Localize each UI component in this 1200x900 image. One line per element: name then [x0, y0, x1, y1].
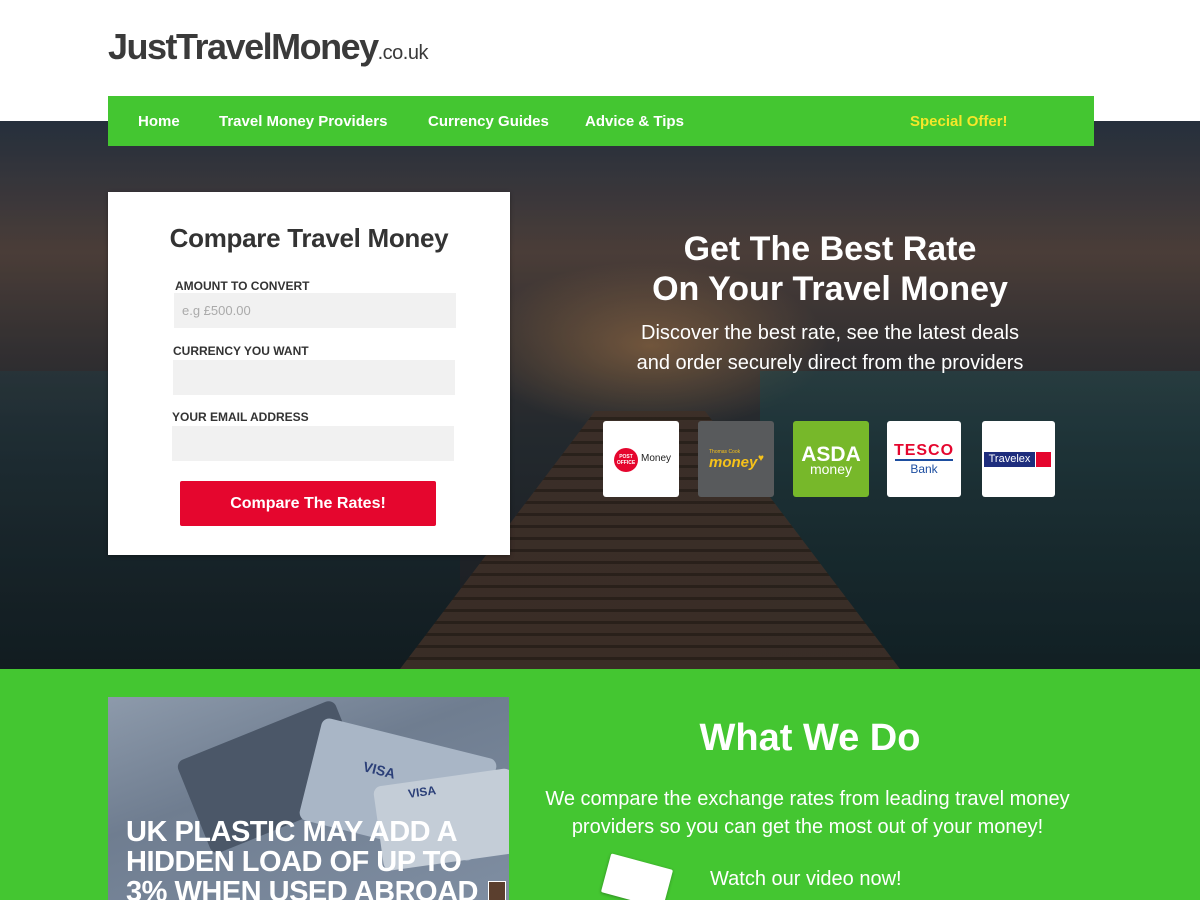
article-headline: UK PLASTIC MAY ADD A HIDDEN LOAD OF UP T… — [126, 816, 478, 900]
nav-item-currency-guides[interactable]: Currency Guides — [428, 113, 549, 130]
tesco-logo-mark: TESCO — [893, 442, 955, 459]
video-thumbnail-icon[interactable] — [600, 853, 674, 900]
logo-main-text: JustTravelMoney — [108, 26, 379, 67]
what-we-do-text: We compare the exchange rates from leadi… — [540, 785, 1075, 841]
currency-label: CURRENCY YOU WANT — [173, 344, 309, 358]
email-input[interactable] — [172, 426, 454, 461]
what-we-do-title: What We Do — [699, 717, 921, 759]
compare-form: Compare Travel Money AMOUNT TO CONVERT C… — [108, 192, 510, 555]
watch-video-link[interactable]: Watch our video now! — [710, 868, 902, 891]
hero-title-line-1: Get The Best Rate — [683, 230, 977, 268]
compare-form-title: Compare Travel Money — [169, 223, 449, 253]
author-thumbnail — [488, 881, 506, 900]
currency-select[interactable] — [173, 360, 455, 395]
nav-item-advice-tips[interactable]: Advice & Tips — [585, 113, 684, 130]
hero-subtitle-line-2: and order securely direct from the provi… — [636, 352, 1024, 374]
asda-logo-word: money — [809, 461, 853, 477]
nav-item-travel-money-providers[interactable]: Travel Money Providers — [219, 113, 387, 130]
hero-title: Get The Best Rate On Your Travel Money — [600, 229, 1060, 309]
thomas-cook-logo-word: money — [709, 454, 758, 471]
amount-label: AMOUNT TO CONVERT — [175, 279, 310, 293]
hero-subtitle: Discover the best rate, see the latest d… — [600, 318, 1060, 378]
what-we-do-section: VISA VISA UK PLASTIC MAY ADD A HIDDEN LO… — [0, 669, 1200, 900]
hero-title-line-2: On Your Travel Money — [652, 270, 1008, 308]
nav-item-special-offer[interactable]: Special Offer! — [910, 113, 1008, 130]
amount-input[interactable] — [174, 293, 456, 328]
site-logo[interactable]: JustTravelMoney.co.uk — [108, 26, 428, 68]
nav-item-home[interactable]: Home — [138, 113, 180, 130]
provider-post-office-money[interactable]: POST OFFICE Money — [603, 421, 679, 497]
provider-thomas-cook-money[interactable]: Thomas Cook money ♥ — [698, 421, 774, 497]
hero-subtitle-line-1: Discover the best rate, see the latest d… — [641, 322, 1019, 344]
logo-tld-text: .co.uk — [377, 42, 429, 64]
provider-tesco-bank[interactable]: TESCO Bank — [887, 421, 961, 497]
compare-rates-button[interactable]: Compare The Rates! — [180, 481, 436, 526]
tesco-logo-word: Bank — [910, 462, 938, 476]
tesco-logo-divider — [895, 459, 953, 461]
email-label: YOUR EMAIL ADDRESS — [172, 410, 309, 424]
credit-cards-article-image[interactable]: VISA VISA UK PLASTIC MAY ADD A HIDDEN LO… — [108, 697, 509, 900]
what-we-do-text-line-2: providers so you can get the most out of… — [571, 816, 1044, 838]
heart-icon: ♥ — [758, 453, 764, 464]
what-we-do-text-line-1: We compare the exchange rates from leadi… — [545, 788, 1070, 810]
travelex-logo-mark: Travelex — [984, 452, 1035, 467]
provider-travelex[interactable]: Travelex — [982, 421, 1055, 497]
post-office-logo-mark: POST OFFICE — [614, 448, 638, 472]
provider-asda-money[interactable]: ASDA money — [793, 421, 869, 497]
main-nav: Home Travel Money Providers Currency Gui… — [108, 96, 1094, 146]
post-office-logo-word: Money — [641, 453, 672, 464]
travelex-logo-flag — [1036, 452, 1051, 467]
